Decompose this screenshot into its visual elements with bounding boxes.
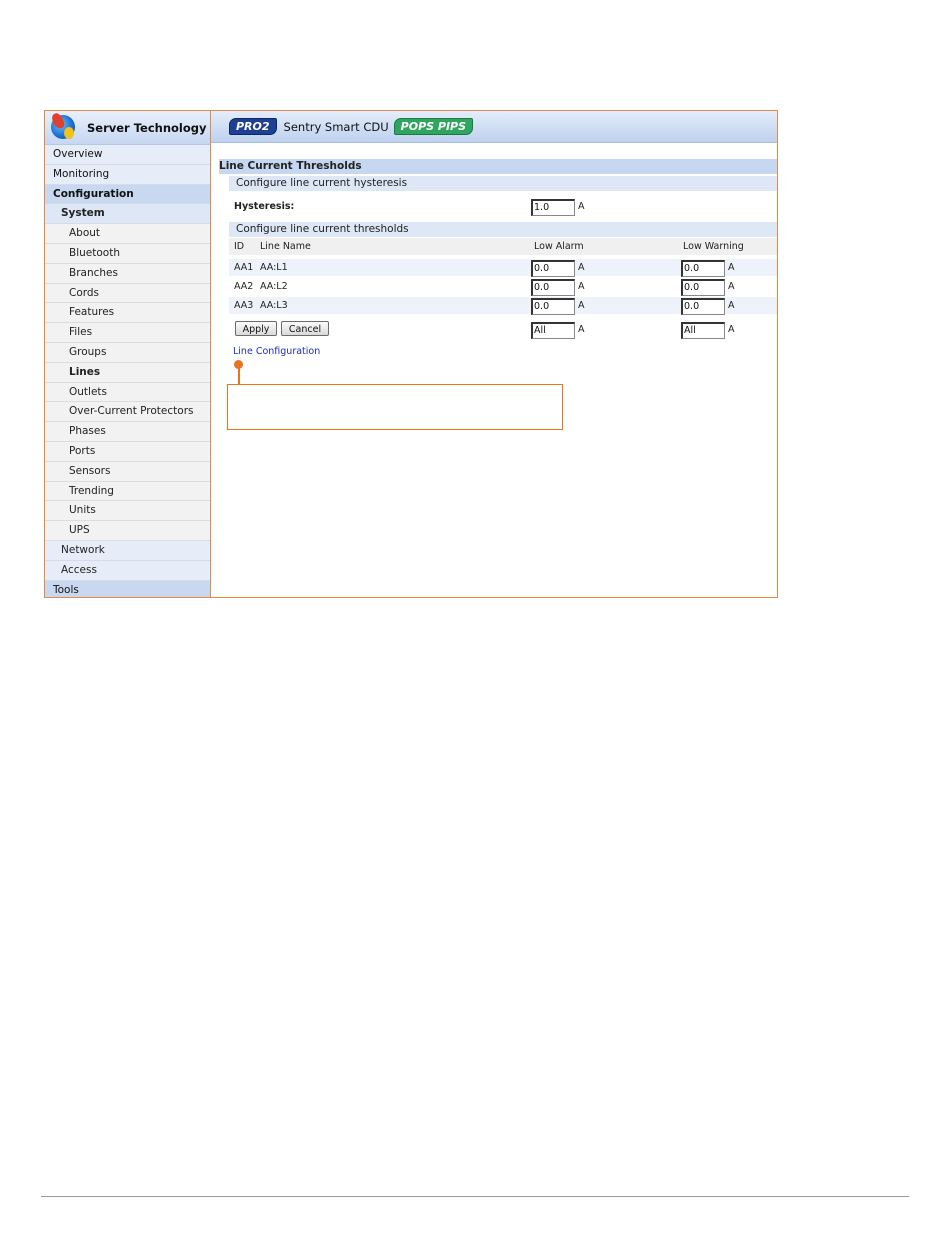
low-alarm-input[interactable]: 0.0 <box>531 260 575 277</box>
nav-list: Overview Monitoring Configuration System Abo… <box>45 145 210 597</box>
all-low-warning-input[interactable]: All <box>681 322 725 339</box>
low-warning-input[interactable]: 0.0 <box>681 279 725 296</box>
sidebar-item-ports[interactable]: Ports <box>45 441 210 462</box>
hysteresis-unit: A <box>578 201 585 212</box>
low-warning-input[interactable]: 0.0 <box>681 260 725 277</box>
all-low-alarm-input[interactable]: All <box>531 322 575 339</box>
sidebar-item-trending[interactable]: Trending <box>45 481 210 502</box>
line-configuration-link[interactable]: Line Configuration <box>233 346 320 357</box>
product-banner: PRO2 Sentry Smart CDU POPS PIPS <box>211 111 777 143</box>
table-row: AA1 AA:L1 0.0 A 0.0 A <box>229 259 777 277</box>
table-row: AA2 AA:L2 0.0 A 0.0 A <box>229 278 777 296</box>
hysteresis-row: Hysteresis: 1.0 A <box>229 198 777 216</box>
column-line-name: Line Name <box>260 241 311 252</box>
server-technology-logo-icon <box>50 111 77 141</box>
row-id: AA3 <box>234 300 254 311</box>
pops-pips-logo: POPS PIPS <box>393 118 474 135</box>
page-title: Line Current Thresholds <box>219 159 777 174</box>
unit-label: A <box>728 324 735 335</box>
callout-leader-line <box>238 368 240 384</box>
low-warning-input[interactable]: 0.0 <box>681 298 725 315</box>
sidebar-item-units[interactable]: Units <box>45 501 210 522</box>
sidebar-item-groups[interactable]: Groups <box>45 342 210 363</box>
unit-label: A <box>578 281 585 292</box>
low-alarm-input[interactable]: 0.0 <box>531 298 575 315</box>
app-window: Server Technology Overview Monitoring Conf… <box>44 110 778 598</box>
unit-label: A <box>728 262 735 273</box>
sidebar-item-lines[interactable]: Lines <box>45 362 210 383</box>
unit-label: A <box>578 262 585 273</box>
sidebar-item-bluetooth[interactable]: Bluetooth <box>45 243 210 264</box>
sidebar-item-monitoring[interactable]: Monitoring <box>45 164 210 185</box>
apply-button[interactable]: Apply <box>235 321 277 336</box>
thresholds-section-header: Configure line current thresholds <box>229 222 777 237</box>
pro2-logo: PRO2 <box>229 118 277 135</box>
unit-label: A <box>578 300 585 311</box>
sidebar-item-cords[interactable]: Cords <box>45 283 210 304</box>
row-line-name: AA:L1 <box>260 262 288 273</box>
low-alarm-input[interactable]: 0.0 <box>531 279 575 296</box>
sidebar-item-sensors[interactable]: Sensors <box>45 461 210 482</box>
callout-box <box>227 384 563 430</box>
brand-header: Server Technology <box>45 111 210 145</box>
sidebar-item-phases[interactable]: Phases <box>45 422 210 442</box>
table-header: ID Line Name Low Alarm Low Warning <box>229 238 777 255</box>
sidebar-item-features[interactable]: Features <box>45 303 210 324</box>
product-name: Sentry Smart CDU <box>283 119 389 134</box>
row-line-name: AA:L3 <box>260 300 288 311</box>
unit-label: A <box>728 300 735 311</box>
sidebar-item-access[interactable]: Access <box>45 560 210 581</box>
hysteresis-section-header: Configure line current hysteresis <box>229 176 777 191</box>
sidebar-item-network[interactable]: Network <box>45 540 210 561</box>
column-low-alarm: Low Alarm <box>534 241 584 252</box>
column-low-warning: Low Warning <box>683 241 744 252</box>
sidebar-item-ups[interactable]: UPS <box>45 521 210 541</box>
footer-divider <box>41 1196 909 1197</box>
sidebar-item-branches[interactable]: Branches <box>45 263 210 284</box>
row-id: AA1 <box>234 262 254 273</box>
sidebar-item-system[interactable]: System <box>45 204 210 225</box>
action-row: Apply Cancel All A All A <box>229 321 777 339</box>
table-row: AA3 AA:L3 0.0 A 0.0 A <box>229 297 777 315</box>
sidebar-item-tools[interactable]: Tools <box>45 580 210 597</box>
column-id: ID <box>234 241 245 252</box>
sidebar-item-outlets[interactable]: Outlets <box>45 382 210 403</box>
brand-name: Server Technology <box>87 120 207 135</box>
hysteresis-label: Hysteresis: <box>234 201 295 212</box>
sidebar: Server Technology Overview Monitoring Conf… <box>45 111 211 597</box>
row-line-name: AA:L2 <box>260 281 288 292</box>
sidebar-item-configuration[interactable]: Configuration <box>45 184 210 205</box>
sidebar-item-files[interactable]: Files <box>45 323 210 343</box>
sidebar-item-overview[interactable]: Overview <box>45 145 210 165</box>
row-id: AA2 <box>234 281 254 292</box>
unit-label: A <box>578 324 585 335</box>
cancel-button[interactable]: Cancel <box>281 321 329 336</box>
hysteresis-input[interactable]: 1.0 <box>531 199 575 216</box>
unit-label: A <box>728 281 735 292</box>
sidebar-item-about[interactable]: About <box>45 224 210 244</box>
sidebar-item-over-current-protectors[interactable]: Over-Current Protectors <box>45 402 210 423</box>
